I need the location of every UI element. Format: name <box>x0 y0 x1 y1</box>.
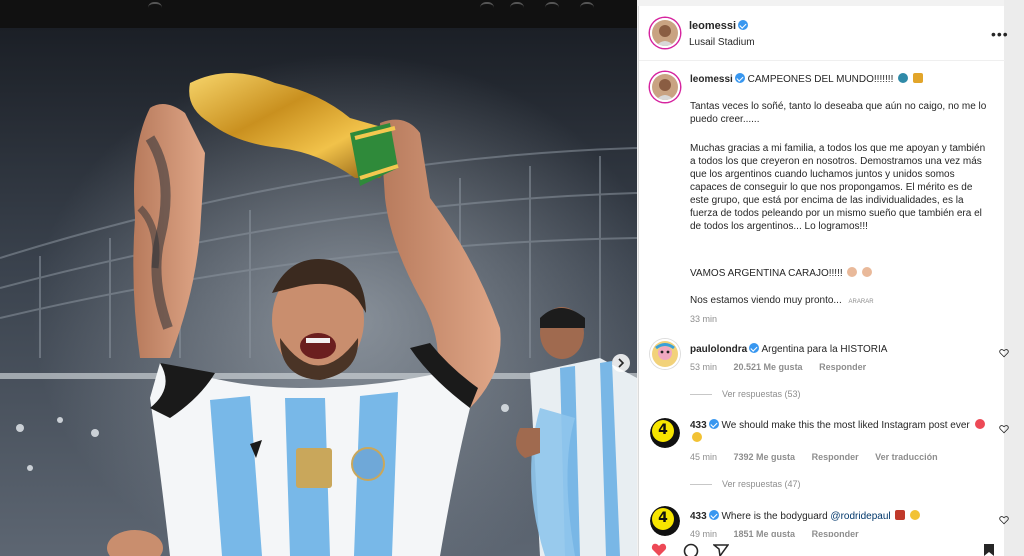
verified-icon <box>734 73 745 83</box>
caption-title: CAMPEONES DEL MUNDO!!!!!!! <box>747 74 894 85</box>
comment-avatar[interactable]: 4 <box>650 418 680 448</box>
caption-paragraph-1: Tantas veces lo soñé, tanto lo deseaba q… <box>690 101 987 125</box>
caption-paragraph-2: Muchas gracias a mi familia, a todos los… <box>690 143 986 232</box>
comment-username[interactable]: paulolondra <box>690 344 747 355</box>
comment-avatar[interactable] <box>650 339 680 369</box>
ghost-home-icon <box>148 2 162 8</box>
next-image-button[interactable] <box>612 354 630 372</box>
author-username[interactable]: leomessi <box>689 20 749 32</box>
post-image[interactable] <box>0 28 637 556</box>
comment-body: 433 Where is the bodyguard @rodridepaul <box>690 510 986 523</box>
post-details-panel: leomessi Lusail Stadium ••• leomessi CAM… <box>638 6 1009 556</box>
comment-text: Where is the bodyguard <box>721 511 831 522</box>
comment-body: 433 We should make this the most liked I… <box>690 419 986 445</box>
caption-tag: ARARAR <box>848 299 874 305</box>
badge-433-number: 4 <box>658 422 668 438</box>
post-header: leomessi Lusail Stadium ••• <box>639 6 1008 61</box>
comment-text: We should make this the most liked Insta… <box>721 420 970 431</box>
ghost-nav-icon <box>480 2 494 8</box>
caption-author-avatar[interactable] <box>650 72 680 102</box>
heart-icon[interactable] <box>999 348 1009 358</box>
emoji-icon <box>862 267 873 277</box>
face-emoji-icon <box>910 510 921 520</box>
caption-paragraph-3-line: VAMOS ARGENTINA CARAJO!!!!! <box>690 267 990 280</box>
ghost-nav-icon <box>510 2 524 8</box>
emoji-icon <box>847 267 858 277</box>
caption-paragraph-3: VAMOS ARGENTINA CARAJO!!!!! <box>690 268 843 279</box>
instagram-post-view: leomessi Lusail Stadium ••• leomessi CAM… <box>0 0 1024 556</box>
next-arrow-icon <box>618 358 625 368</box>
comment-time[interactable]: 45 min <box>690 452 717 462</box>
bookmark-icon[interactable] <box>983 543 995 556</box>
caption-username[interactable]: leomessi <box>690 74 733 85</box>
heart-icon[interactable] <box>999 424 1009 434</box>
like-heart-icon[interactable] <box>651 543 667 556</box>
caption-time[interactable]: 33 min <box>690 313 990 326</box>
ghost-nav-icon <box>545 2 559 8</box>
post-location[interactable]: Lusail Stadium <box>689 37 755 48</box>
cool-face-emoji-icon <box>692 432 702 442</box>
comment-icon[interactable] <box>683 543 699 556</box>
comment-text: Argentina para la HISTORIA <box>761 344 888 355</box>
comment-username[interactable]: 433 <box>690 420 707 431</box>
heart-icon[interactable] <box>999 515 1009 525</box>
caption-paragraph-4: Nos estamos viendo muy pronto... <box>690 295 842 306</box>
reply-button[interactable]: Responder <box>819 362 866 372</box>
verified-icon <box>738 20 749 30</box>
translate-button[interactable]: Ver traducción <box>875 452 938 462</box>
verified-icon <box>708 419 719 429</box>
comment-likes[interactable]: 1851 Me gusta <box>734 529 796 537</box>
comment-username[interactable]: 433 <box>690 511 707 522</box>
comment-likes[interactable]: 7392 Me gusta <box>734 452 796 462</box>
author-avatar[interactable] <box>650 18 680 48</box>
comment-time[interactable]: 53 min <box>690 362 717 372</box>
comment-meta: 53 min 20.521 Me gusta Responder <box>690 362 880 372</box>
verified-icon <box>749 343 760 353</box>
trophy-emoji-icon <box>912 73 923 83</box>
author-username-text[interactable]: leomessi <box>689 20 736 32</box>
view-replies-button[interactable]: Ver respuestas (47) <box>690 479 801 489</box>
reply-button[interactable]: Responder <box>812 452 859 462</box>
more-options-button[interactable]: ••• <box>991 26 1009 42</box>
comment-likes[interactable]: 20.521 Me gusta <box>734 362 803 372</box>
verified-icon <box>708 510 719 520</box>
badge-433-number: 4 <box>658 510 668 526</box>
comment-body: paulolondra Argentina para la HISTORIA <box>690 343 986 356</box>
comment-meta: 45 min 7392 Me gusta Responder Ver tradu… <box>690 452 952 462</box>
question-mark-emoji-icon <box>895 510 906 520</box>
comment-avatar[interactable]: 4 <box>650 506 680 536</box>
post-actions-bar <box>639 543 1005 556</box>
messi-trophy-photo <box>0 28 637 556</box>
view-replies-button[interactable]: Ver respuestas (53) <box>690 389 801 399</box>
comment-mention[interactable]: @rodridepaul <box>830 511 890 522</box>
page-scroll-gutter <box>1004 0 1024 556</box>
share-icon[interactable] <box>713 543 729 556</box>
caption-paragraph-4-line: Nos estamos viendo muy pronto... ARARAR <box>690 294 990 309</box>
comment-meta: 49 min 1851 Me gusta Responder <box>690 529 873 537</box>
background-header-strip <box>0 0 637 28</box>
ghost-nav-icon <box>580 2 594 8</box>
caption-title-line: leomessi CAMPEONES DEL MUNDO!!!!!!! <box>690 73 990 86</box>
reply-button[interactable]: Responder <box>812 529 859 537</box>
globe-emoji-icon <box>898 73 909 83</box>
red-heart-emoji-icon <box>974 419 985 429</box>
comment-time[interactable]: 49 min <box>690 529 717 537</box>
